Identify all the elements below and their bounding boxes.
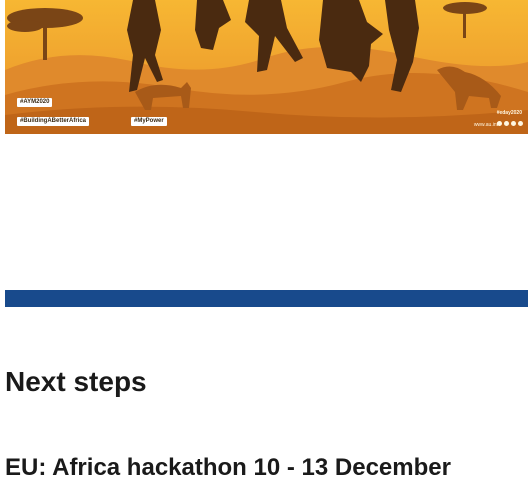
banner-handle: #eday2020 <box>496 110 522 116</box>
section-divider-bar <box>5 290 528 307</box>
article-title-link[interactable]: EU: Africa hackathon 10 - 13 December <box>5 452 451 484</box>
hashtag-aym2020: #AYM2020 <box>17 98 53 107</box>
youtube-icon <box>518 121 523 126</box>
instagram-icon <box>511 121 516 126</box>
social-icons <box>497 121 523 126</box>
banner-site-url: www.au.int <box>473 122 498 128</box>
hashtag-building-a-better-africa: #BuildingABetterAfrica <box>17 117 90 126</box>
banner-illustration <box>5 0 528 134</box>
hashtag-mypower: #MyPower <box>131 117 167 126</box>
facebook-icon <box>497 121 502 126</box>
section-title: Next steps <box>5 366 147 397</box>
twitter-icon <box>504 121 509 126</box>
event-banner-image: #AYM2020 #BuildingABetterAfrica #MyPower… <box>5 0 528 134</box>
